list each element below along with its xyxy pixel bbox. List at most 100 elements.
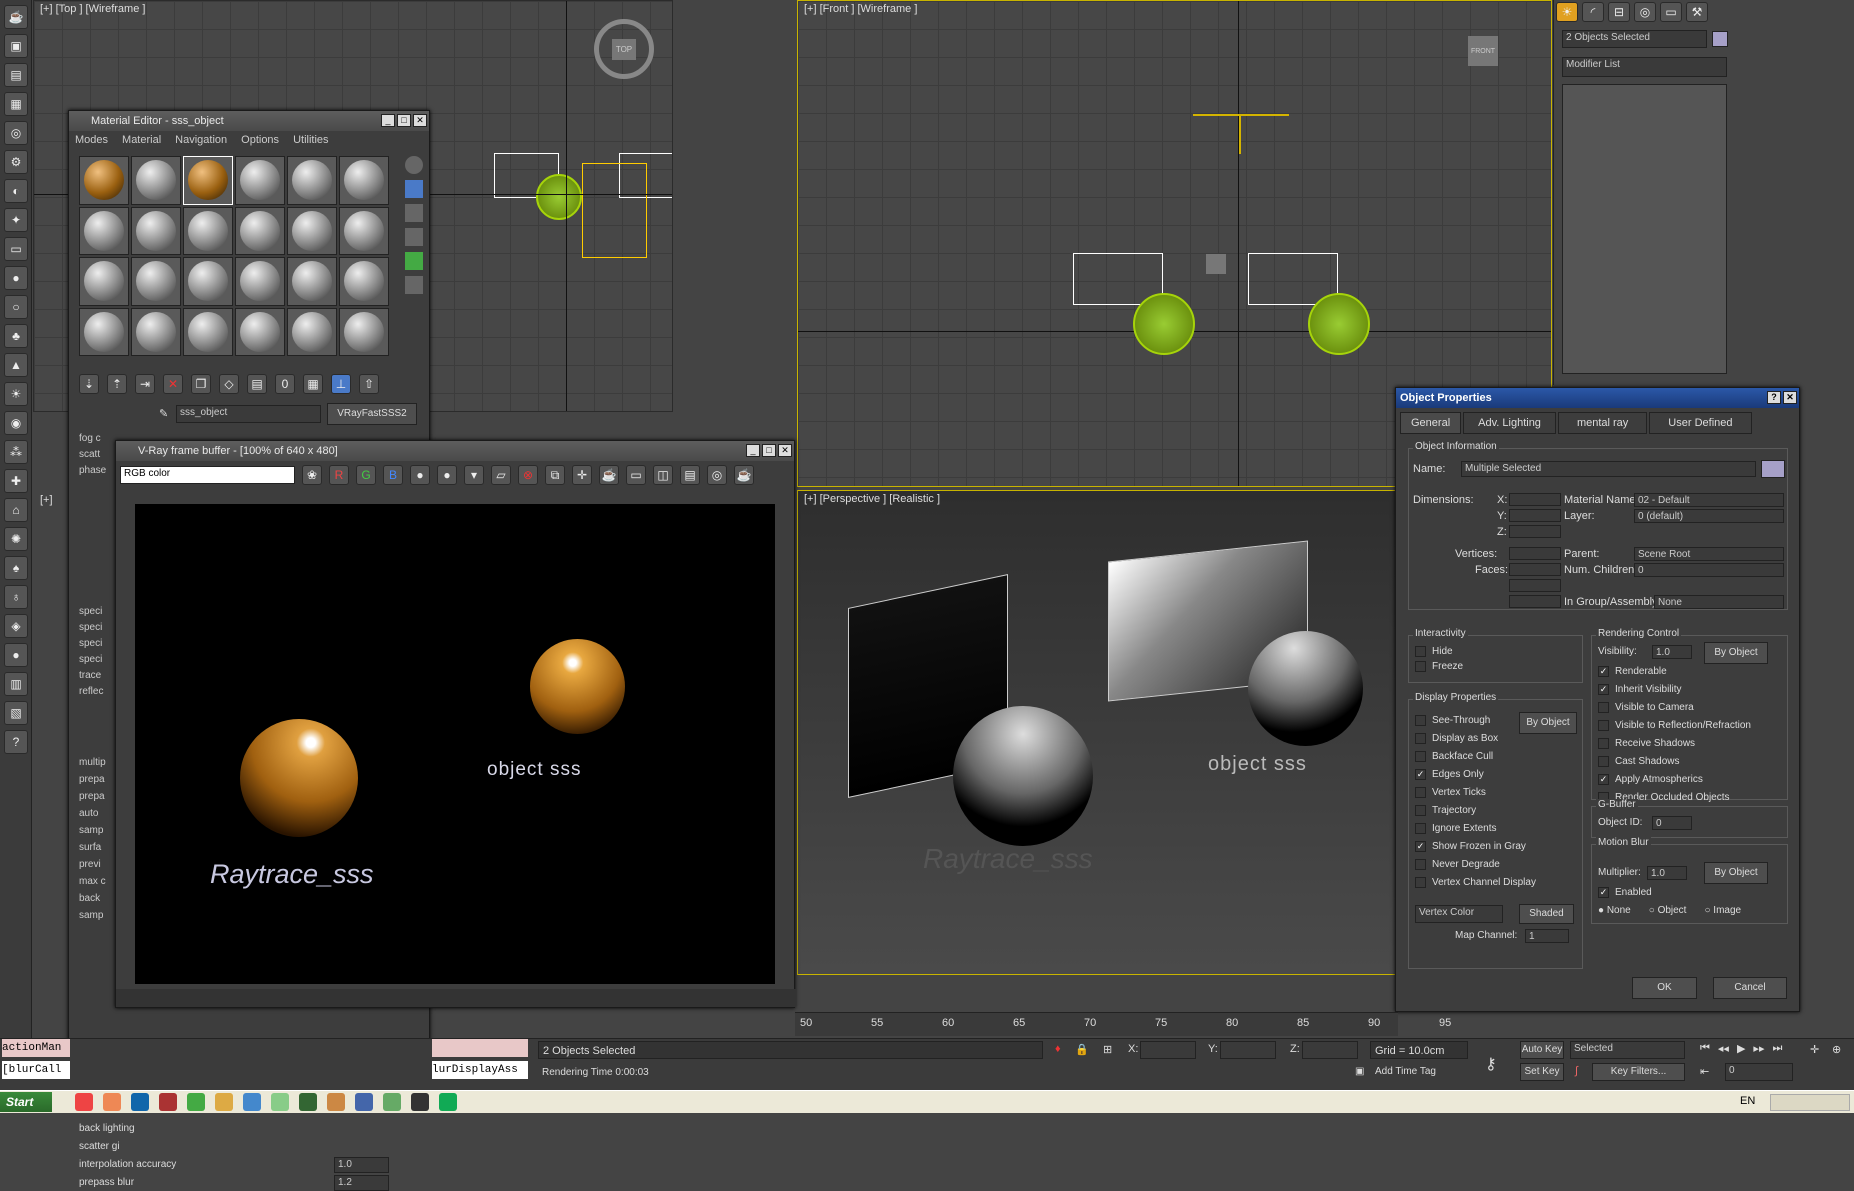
tab-adv-lighting[interactable]: Adv. Lighting xyxy=(1463,412,1556,434)
tool-icon[interactable]: ♠ xyxy=(4,556,28,580)
maxscript-output-2[interactable]: lurDisplayAss xyxy=(432,1061,528,1079)
radio-image[interactable]: ○ Image xyxy=(1704,903,1741,918)
tool-icon[interactable]: ▲ xyxy=(4,353,28,377)
tool-icon[interactable]: ☕ xyxy=(4,5,28,29)
timeline[interactable]: 50 55 60 65 70 75 80 85 90 95 xyxy=(795,1012,1451,1036)
dialog-titlebar[interactable]: Object Properties ? ✕ xyxy=(1396,388,1799,408)
tool-icon[interactable]: ▤ xyxy=(4,63,28,87)
green-channel-button[interactable]: G xyxy=(356,465,376,485)
unique-icon[interactable]: ◇ xyxy=(219,374,239,394)
sample-slot[interactable] xyxy=(131,307,181,356)
viewport-label[interactable]: [+] [Front ] [Wireframe ] xyxy=(804,3,917,15)
sample-slot[interactable] xyxy=(235,307,285,356)
checkbox[interactable] xyxy=(1415,786,1426,798)
map-channel-spinner[interactable]: 1 xyxy=(1525,929,1569,943)
menu-item[interactable]: Options xyxy=(241,131,279,149)
open-icon[interactable]: ▱ xyxy=(491,465,511,485)
checkbox[interactable] xyxy=(1415,714,1426,726)
color-swatch[interactable] xyxy=(1712,31,1728,47)
tool-icon[interactable]: ✚ xyxy=(4,469,28,493)
sample-slot[interactable] xyxy=(235,206,285,255)
app-icon[interactable] xyxy=(411,1093,429,1111)
chrome-icon[interactable] xyxy=(75,1093,93,1111)
sample-slot[interactable] xyxy=(183,307,233,356)
checkbox-row[interactable]: Hide xyxy=(1415,644,1463,659)
modifier-stack[interactable] xyxy=(1562,84,1727,374)
checkbox[interactable]: ✓ xyxy=(1598,773,1609,785)
tool-icon[interactable]: ✦ xyxy=(4,208,28,232)
checkbox[interactable] xyxy=(1415,822,1426,834)
viewcube[interactable]: FRONT xyxy=(1468,36,1498,66)
radio-object[interactable]: ○ Object xyxy=(1649,903,1687,918)
maxscript-listener-2[interactable] xyxy=(432,1039,528,1057)
preview-icon[interactable] xyxy=(405,276,423,294)
tool-icon[interactable]: ⁂ xyxy=(4,440,28,464)
put-to-scene-icon[interactable]: ⇡ xyxy=(107,374,127,394)
viewport-label[interactable]: [+] xyxy=(40,494,53,506)
close-button[interactable]: ✕ xyxy=(778,444,792,457)
checkbox-row[interactable]: Never Degrade xyxy=(1415,856,1536,874)
tool-icon[interactable]: ♣ xyxy=(4,324,28,348)
channel-dropdown[interactable]: RGB color xyxy=(120,466,295,484)
checkbox[interactable] xyxy=(1598,719,1609,731)
app-icon[interactable] xyxy=(243,1093,261,1111)
tab-mental-ray[interactable]: mental ray xyxy=(1557,412,1648,434)
duplicate-icon[interactable]: ⧉ xyxy=(545,465,565,485)
history-icon[interactable]: ▤ xyxy=(680,465,700,485)
checkbox[interactable]: ✓ xyxy=(1415,768,1426,780)
render-icon[interactable]: ☕ xyxy=(599,465,619,485)
checkbox[interactable] xyxy=(1598,701,1609,713)
curve-icon[interactable]: ∫ xyxy=(1575,1065,1578,1077)
checkbox-row[interactable]: ✓ Show Frozen in Gray xyxy=(1415,838,1536,856)
material-name-field[interactable]: sss_object xyxy=(176,405,321,423)
checkbox[interactable]: ✓ xyxy=(1598,665,1609,677)
selection-name-field[interactable]: 2 Objects Selected xyxy=(1562,30,1707,48)
show-end-icon[interactable]: ⊥ xyxy=(331,374,351,394)
checkbox-row[interactable]: Trajectory xyxy=(1415,802,1536,820)
save-icon[interactable]: ▾ xyxy=(464,465,484,485)
sample-slot[interactable] xyxy=(287,156,337,205)
start-button[interactable]: Start xyxy=(0,1092,52,1112)
app-icon[interactable] xyxy=(383,1093,401,1111)
selection-lock-icon[interactable]: ♦ xyxy=(1055,1043,1061,1055)
sample-slot[interactable] xyxy=(287,257,337,306)
checkbox-row[interactable]: Vertex Ticks xyxy=(1415,784,1536,802)
teapot-icon[interactable]: ☕ xyxy=(734,465,754,485)
time-tag-icon[interactable]: ▣ xyxy=(1355,1066,1364,1077)
region-icon[interactable]: ▭ xyxy=(626,465,646,485)
app-icon[interactable] xyxy=(271,1093,289,1111)
tool-icon[interactable]: ✺ xyxy=(4,527,28,551)
auto-key-button[interactable]: Auto Key xyxy=(1520,1041,1564,1059)
app-icon[interactable] xyxy=(327,1093,345,1111)
clear-icon[interactable]: ⊗ xyxy=(518,465,538,485)
blue-channel-button[interactable]: B xyxy=(383,465,403,485)
object-color-swatch[interactable] xyxy=(1761,460,1785,478)
help-button[interactable]: ? xyxy=(1767,391,1781,404)
sample-slot[interactable] xyxy=(235,257,285,306)
utilities-icon[interactable]: ⚒ xyxy=(1686,2,1708,22)
vertex-color-dropdown[interactable]: Vertex Color xyxy=(1415,905,1503,923)
maximize-button[interactable]: □ xyxy=(397,114,411,127)
checkbox[interactable] xyxy=(1415,858,1426,870)
spotify-icon[interactable] xyxy=(439,1093,457,1111)
checkbox[interactable]: ✓ xyxy=(1415,840,1426,852)
visibility-spinner[interactable]: 1.0 xyxy=(1652,645,1692,659)
y-coordinate-field[interactable] xyxy=(1220,1041,1276,1059)
key-icon[interactable]: ⚷ xyxy=(1485,1054,1497,1074)
3dsmax-icon[interactable] xyxy=(131,1093,149,1111)
sample-slot[interactable] xyxy=(131,257,181,306)
track-mouse-icon[interactable]: ✛ xyxy=(572,465,592,485)
motion-icon[interactable]: ◎ xyxy=(1634,2,1656,22)
checkbox[interactable] xyxy=(1415,645,1426,657)
next-frame-icon[interactable]: ▸▸ xyxy=(1753,1042,1764,1055)
checkbox[interactable] xyxy=(1415,660,1426,672)
key-filters-button[interactable]: Key Filters... xyxy=(1592,1063,1685,1081)
sample-slot[interactable] xyxy=(287,206,337,255)
display-icon[interactable]: ▭ xyxy=(1660,2,1682,22)
library-icon[interactable]: ▤ xyxy=(247,374,267,394)
tool-icon[interactable]: ▧ xyxy=(4,701,28,725)
nav-zoom-all-icon[interactable]: ⊕ xyxy=(1832,1043,1841,1056)
firefox-icon[interactable] xyxy=(103,1093,121,1111)
close-button[interactable]: ✕ xyxy=(1783,391,1797,404)
tool-icon[interactable]: ♁ xyxy=(4,585,28,609)
